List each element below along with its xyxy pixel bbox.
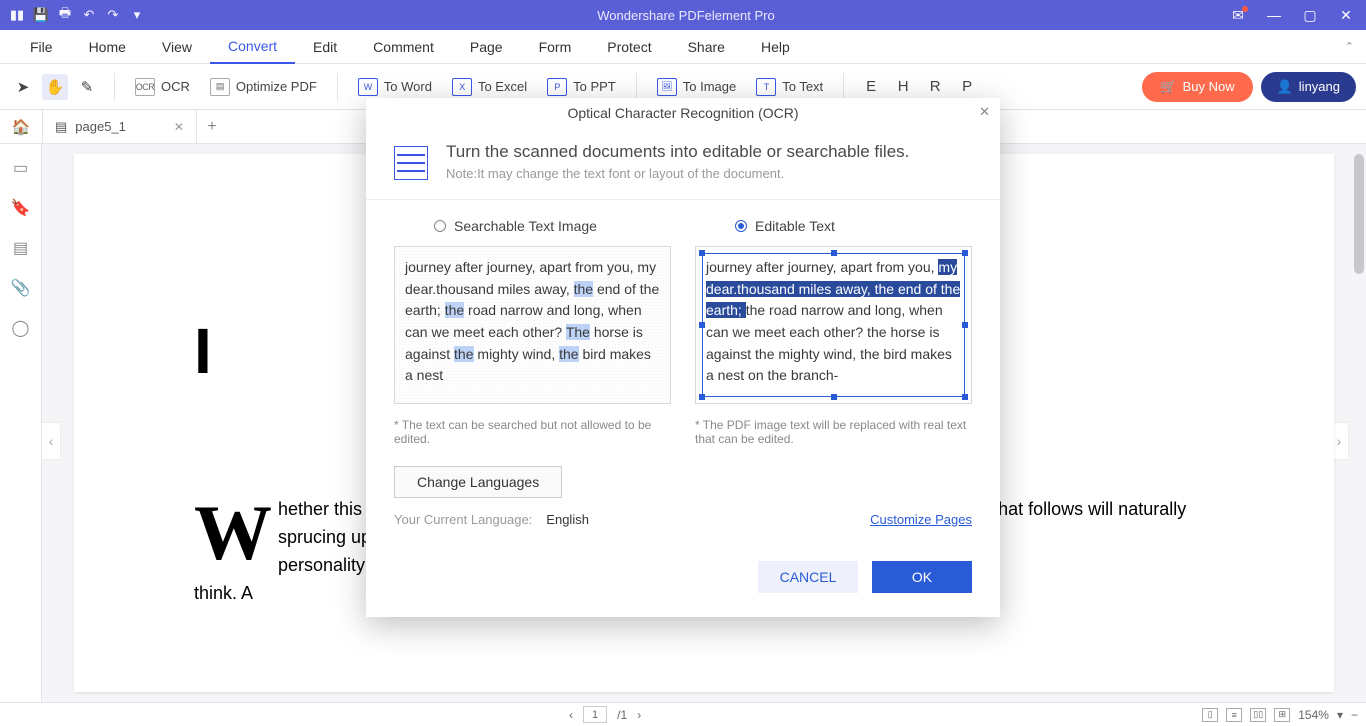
edit-tool-icon[interactable]: ✎ <box>74 74 100 100</box>
cancel-button[interactable]: CANCEL <box>758 561 858 593</box>
dialog-close-icon[interactable]: ✕ <box>979 104 990 120</box>
app-logo-icon: ▮▮ <box>8 6 26 24</box>
user-icon: 👤 <box>1277 79 1293 95</box>
notifications-icon[interactable]: ✉ <box>1226 5 1250 25</box>
menu-form[interactable]: Form <box>521 30 590 64</box>
change-languages-button[interactable]: Change Languages <box>394 466 562 498</box>
totext-label: To Text <box>782 79 823 94</box>
radio-editable-label: Editable Text <box>755 218 835 234</box>
toword-label: To Word <box>384 79 432 94</box>
ocr-label: OCR <box>161 79 190 94</box>
dialog-headline: Turn the scanned documents into editable… <box>446 142 909 162</box>
toppt-label: To PPT <box>573 79 616 94</box>
zoom-out-icon[interactable]: − <box>1351 708 1358 722</box>
close-window-icon[interactable]: ✕ <box>1334 5 1358 25</box>
bookmarks-icon[interactable]: 🔖 <box>11 198 31 218</box>
menu-edit[interactable]: Edit <box>295 30 355 64</box>
ocr-button[interactable]: OCROCR <box>129 74 196 100</box>
toexcel-label: To Excel <box>478 79 527 94</box>
doc-icon: ▤ <box>55 119 67 135</box>
radio-searchable[interactable]: Searchable Text Image <box>434 218 671 234</box>
menu-home[interactable]: Home <box>71 30 144 64</box>
view-continuous-icon[interactable]: ≡ <box>1226 708 1242 722</box>
buy-button[interactable]: 🛒 Buy Now <box>1142 72 1252 102</box>
thumbnails-icon[interactable]: ▭ <box>13 158 28 178</box>
html-icon[interactable]: H <box>890 74 916 100</box>
add-tab-icon[interactable]: + <box>197 118 227 136</box>
epub-icon[interactable]: E <box>858 74 884 100</box>
footnote-searchable: * The text can be searched but not allow… <box>394 418 671 446</box>
redo-icon[interactable]: ↷ <box>104 6 122 24</box>
menu-protect[interactable]: Protect <box>589 30 669 64</box>
app-title: Wondershare PDFelement Pro <box>146 8 1226 23</box>
view-facing-cont-icon[interactable]: ⊞ <box>1274 708 1290 722</box>
optimize-button[interactable]: ▤Optimize PDF <box>204 74 323 100</box>
maximize-icon[interactable]: ▢ <box>1298 5 1322 25</box>
toimage-button[interactable]: 🖼To Image <box>651 74 742 100</box>
menu-page[interactable]: Page <box>452 30 521 64</box>
zoom-dropdown-icon[interactable]: ▾ <box>1337 708 1343 722</box>
view-facing-icon[interactable]: ▯▯ <box>1250 708 1266 722</box>
toword-button[interactable]: WTo Word <box>352 74 438 100</box>
customize-pages-link[interactable]: Customize Pages <box>870 512 972 527</box>
page-next-icon[interactable]: › <box>637 708 641 722</box>
select-tool-icon[interactable]: ➤ <box>10 74 36 100</box>
doc-tab-label: page5_1 <box>75 119 126 134</box>
comments-icon[interactable]: ▤ <box>13 238 28 258</box>
home-tab-icon[interactable]: 🏠 <box>0 110 42 144</box>
user-button[interactable]: 👤 linyang <box>1261 72 1356 102</box>
titlebar: ▮▮ 💾 🖶 ↶ ↷ ▾ Wondershare PDFelement Pro … <box>0 0 1366 30</box>
page-number-input[interactable]: 1 <box>583 706 607 723</box>
menu-file[interactable]: File <box>12 30 71 64</box>
preview-searchable: journey after journey, apart from you, m… <box>394 246 671 404</box>
prev-page-icon[interactable]: ‹ <box>42 423 60 459</box>
menu-help[interactable]: Help <box>743 30 808 64</box>
scanner-icon <box>394 146 428 180</box>
rtf-icon[interactable]: R <box>922 74 948 100</box>
footnote-editable: * The PDF image text will be replaced wi… <box>695 418 972 446</box>
save-icon[interactable]: 💾 <box>32 6 50 24</box>
optimize-label: Optimize PDF <box>236 79 317 94</box>
page-total: /1 <box>617 708 627 722</box>
radio-searchable-label: Searchable Text Image <box>454 218 597 234</box>
document-tab[interactable]: ▤ page5_1 ✕ <box>42 110 197 144</box>
toppt-button[interactable]: PTo PPT <box>541 74 622 100</box>
chat-icon[interactable]: ◯ <box>12 318 30 338</box>
buy-label: Buy Now <box>1183 79 1235 94</box>
scrollbar[interactable] <box>1354 154 1364 274</box>
menu-comment[interactable]: Comment <box>355 30 452 64</box>
menu-convert[interactable]: Convert <box>210 30 295 64</box>
statusbar: ‹ 1 /1 › ▯ ≡ ▯▯ ⊞ 154% ▾ − <box>0 702 1366 726</box>
toimage-label: To Image <box>683 79 736 94</box>
cart-icon: 🛒 <box>1160 79 1176 95</box>
collapse-ribbon-icon[interactable]: ⌃ <box>1345 40 1354 53</box>
menubar: File Home View Convert Edit Comment Page… <box>0 30 1366 64</box>
qat-dropdown-icon[interactable]: ▾ <box>128 6 146 24</box>
toexcel-button[interactable]: XTo Excel <box>446 74 533 100</box>
user-label: linyang <box>1299 79 1340 94</box>
left-rail: ▭ 🔖 ▤ 📎 ◯ <box>0 144 42 702</box>
menu-share[interactable]: Share <box>670 30 743 64</box>
hand-tool-icon[interactable]: ✋ <box>42 74 68 100</box>
language-value: English <box>546 512 589 527</box>
zoom-value: 154% <box>1298 708 1329 722</box>
page-prev-icon[interactable]: ‹ <box>569 708 573 722</box>
preview-editable: journey after journey, apart from you, m… <box>695 246 972 404</box>
print-icon[interactable]: 🖶 <box>56 6 74 24</box>
undo-icon[interactable]: ↶ <box>80 6 98 24</box>
dialog-title: Optical Character Recognition (OCR) ✕ <box>366 98 1000 128</box>
ocr-dialog: Optical Character Recognition (OCR) ✕ Tu… <box>366 98 1000 617</box>
language-label: Your Current Language: <box>394 512 532 527</box>
menu-view[interactable]: View <box>144 30 210 64</box>
totext-button[interactable]: TTo Text <box>750 74 829 100</box>
close-tab-icon[interactable]: ✕ <box>174 120 184 134</box>
attachments-icon[interactable]: 📎 <box>11 278 31 298</box>
minimize-icon[interactable]: — <box>1262 5 1286 25</box>
pdfa-icon[interactable]: P <box>954 74 980 100</box>
radio-editable[interactable]: Editable Text <box>735 218 972 234</box>
dialog-note: Note:It may change the text font or layo… <box>446 166 909 181</box>
ok-button[interactable]: OK <box>872 561 972 593</box>
view-single-icon[interactable]: ▯ <box>1202 708 1218 722</box>
